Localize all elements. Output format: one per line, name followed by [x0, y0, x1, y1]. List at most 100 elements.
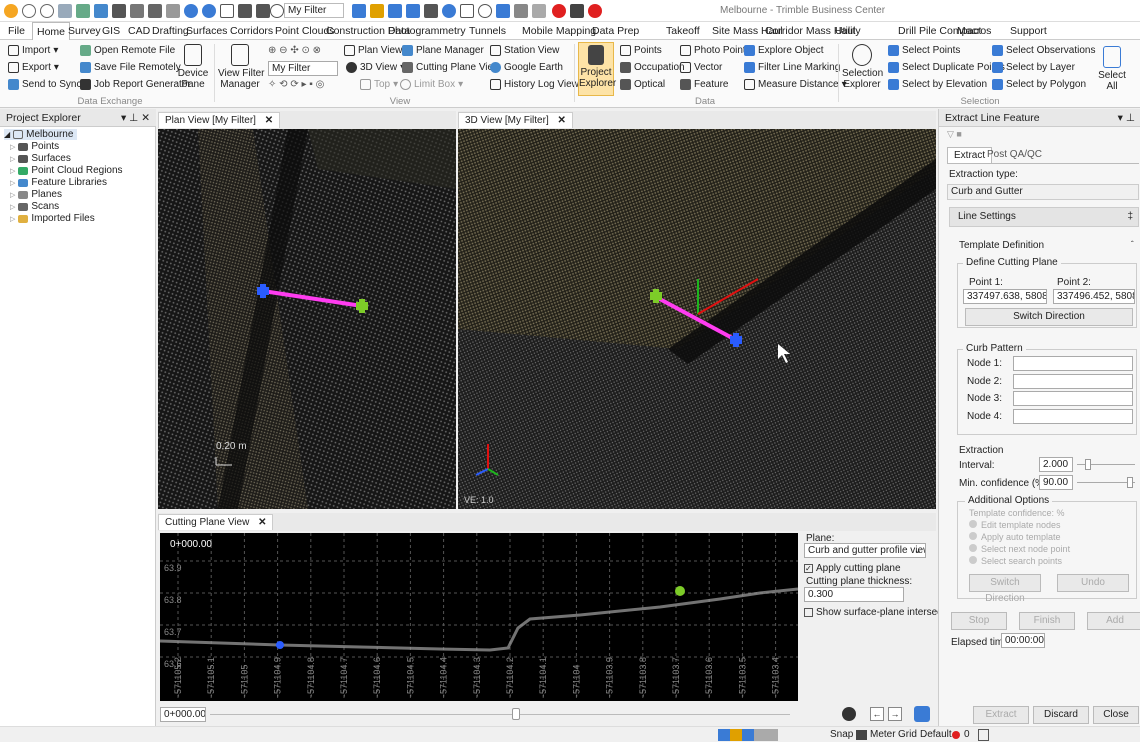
point-2-marker[interactable] — [675, 586, 685, 596]
settings-icon[interactable] — [148, 4, 162, 18]
station-slider-track[interactable] — [210, 714, 790, 715]
expand-icon[interactable]: ▷ — [10, 191, 15, 199]
measure-distance-button[interactable]: Measure Distance ▾ — [744, 79, 847, 90]
menu-cad[interactable]: CAD — [128, 25, 150, 37]
expand-icon[interactable]: ▷ — [10, 203, 15, 211]
station-slider-thumb[interactable] — [512, 708, 520, 720]
grid-toggle[interactable]: Grid — [898, 729, 917, 740]
menu-home[interactable]: Home — [32, 22, 71, 41]
menu-surfaces[interactable]: Surfaces — [186, 25, 227, 37]
tree-item-surfaces[interactable]: ▷ Surfaces — [10, 153, 71, 164]
select-by-elevation-button[interactable]: Select by Elevation — [888, 79, 987, 90]
option-apply-auto-template[interactable]: Apply auto template — [969, 532, 1061, 542]
zoom-tools[interactable]: ⊕ ⊖ ✣ ⊙ ⊗ — [268, 45, 321, 56]
open-project-icon[interactable] — [76, 4, 90, 18]
save-icon[interactable] — [112, 4, 126, 18]
previous-station-button[interactable]: ← — [870, 707, 884, 721]
cutting-plane-view-button[interactable]: Cutting Plane View — [402, 62, 500, 73]
explore-object-button[interactable]: Explore Object — [744, 45, 824, 56]
zoom-icon[interactable] — [184, 4, 198, 18]
orbit-tools[interactable]: ✧ ⟲ ⟳ ▸ ▪ ◎ — [268, 79, 324, 90]
view-quick-icon[interactable] — [256, 4, 270, 18]
highlight-icon[interactable] — [370, 4, 384, 18]
default-label[interactable]: Default — [920, 729, 952, 740]
draw-icon[interactable] — [514, 4, 528, 18]
discard-button[interactable]: Discard — [1033, 706, 1089, 724]
measure-icon[interactable] — [478, 4, 492, 18]
tree-item-imported-files[interactable]: ▷ Imported Files — [10, 213, 95, 224]
plan-view-quick-icon[interactable] — [220, 4, 234, 18]
expand-icon[interactable]: ▷ — [10, 215, 15, 223]
menu-corridors[interactable]: Corridors — [230, 25, 273, 37]
node-2-input[interactable] — [1013, 373, 1133, 389]
network-icon[interactable] — [388, 4, 402, 18]
plane-manager-button[interactable]: Plane Manager — [402, 45, 484, 56]
3d-view-quick-icon[interactable] — [238, 4, 252, 18]
save-remote-button[interactable]: Save File Remotely — [80, 62, 181, 73]
confidence-slider-thumb[interactable] — [1127, 477, 1133, 488]
filter-icon[interactable] — [270, 4, 284, 18]
gear-icon[interactable] — [842, 707, 856, 721]
tree-item-scans[interactable]: ▷ Scans — [10, 201, 59, 212]
tree-root-melbourne[interactable]: ◢ Melbourne — [4, 129, 78, 140]
3d-view-canvas[interactable]: VE: 1.0 — [458, 129, 936, 509]
panel-controls-icon[interactable]: ▾ ⊥ ✕ — [121, 112, 150, 124]
close-red-icon[interactable] — [588, 4, 602, 18]
export-button[interactable]: Export ▾ — [8, 62, 59, 73]
view-filter-manager-button[interactable]: View Filter Manager — [218, 44, 265, 90]
point2-input[interactable]: 337496.452, 5808 — [1053, 289, 1135, 304]
job-report-button[interactable]: Job Report Generator — [80, 79, 191, 90]
tab-cutting-plane-view[interactable]: Cutting Plane View ✕ — [158, 514, 274, 530]
limit-box-button[interactable]: Limit Box ▾ — [400, 79, 463, 90]
select-icon[interactable] — [352, 4, 366, 18]
menu-photogrammetry[interactable]: Photogrammetry — [388, 25, 466, 37]
expand-icon[interactable]: ▷ — [10, 143, 15, 151]
send-to-sync-button[interactable]: Send to Sync — [8, 79, 81, 90]
node-1-input[interactable] — [1013, 356, 1133, 371]
menu-drafting[interactable]: Drafting — [152, 25, 189, 37]
status-tool-icons[interactable] — [718, 729, 778, 741]
menu-file[interactable]: File — [8, 25, 25, 37]
tab-post-qa-qc[interactable]: Post QA/QC — [981, 147, 1048, 163]
stop-icon[interactable] — [570, 4, 584, 18]
pan-icon[interactable] — [202, 4, 216, 18]
tree-item-planes[interactable]: ▷ Planes — [10, 189, 62, 200]
google-earth-button[interactable]: Google Earth — [490, 62, 563, 73]
select-points-button[interactable]: Select Points — [888, 45, 960, 56]
tab-3d-view[interactable]: 3D View [My Filter] ✕ — [458, 112, 573, 128]
elapsed-time-input[interactable]: 00:00:00 — [1001, 633, 1045, 648]
points-button[interactable]: Points — [620, 45, 662, 56]
collapse-icon[interactable]: ˆ — [1131, 240, 1134, 249]
plane-select[interactable]: Curb and gutter profile view ⌄ — [804, 543, 926, 558]
menu-gis[interactable]: GIS — [102, 25, 120, 37]
select-by-polygon-button[interactable]: Select by Polygon — [992, 79, 1086, 90]
line-icon[interactable] — [496, 4, 510, 18]
plan-view-canvas[interactable]: 0.20 m — [158, 129, 456, 509]
3d-view-button[interactable]: 3D View ▾ — [346, 62, 405, 73]
select-all-button[interactable]: Select All — [1096, 46, 1128, 92]
close-button[interactable]: Close — [1093, 706, 1139, 724]
tab-plan-view[interactable]: Plan View [My Filter] ✕ — [158, 112, 281, 128]
open-remote-file-button[interactable]: Open Remote File — [80, 45, 175, 56]
point-1-marker[interactable] — [276, 641, 284, 649]
units-label[interactable]: Meter — [870, 729, 896, 740]
tree-item-point-cloud-regions[interactable]: ▷ Point Cloud Regions — [10, 165, 123, 176]
apply-cutting-plane-checkbox[interactable]: ✓ Apply cutting plane — [804, 563, 901, 574]
switch-direction-button[interactable]: Switch Direction — [965, 308, 1133, 326]
stop-button[interactable]: Stop — [951, 612, 1007, 630]
view-filter-select[interactable]: My Filter — [268, 61, 338, 76]
history-log-view-button[interactable]: History Log View — [490, 79, 579, 90]
select-by-layer-button[interactable]: Select by Layer — [992, 62, 1075, 73]
panel-controls-icon[interactable]: ▾ ⊥ — [1118, 112, 1135, 124]
station-input[interactable]: 0+000.00 — [160, 707, 206, 722]
option-select-next-node-point[interactable]: Select next node point — [969, 544, 1070, 554]
min-confidence-input[interactable]: 90.00 — [1039, 475, 1073, 490]
select-duplicate-points-button[interactable]: Select Duplicate Points — [888, 62, 1005, 73]
thickness-input[interactable]: 0.300 — [804, 587, 904, 602]
plan-view-button[interactable]: Plan View — [344, 45, 402, 56]
extraction-type-select[interactable]: Curb and Gutter — [947, 184, 1139, 200]
next-station-button[interactable]: → — [888, 707, 902, 721]
edit-icon[interactable] — [532, 4, 546, 18]
project-explorer-button[interactable]: Project Explorer — [578, 42, 616, 96]
select-observations-button[interactable]: Select Observations — [992, 45, 1096, 56]
